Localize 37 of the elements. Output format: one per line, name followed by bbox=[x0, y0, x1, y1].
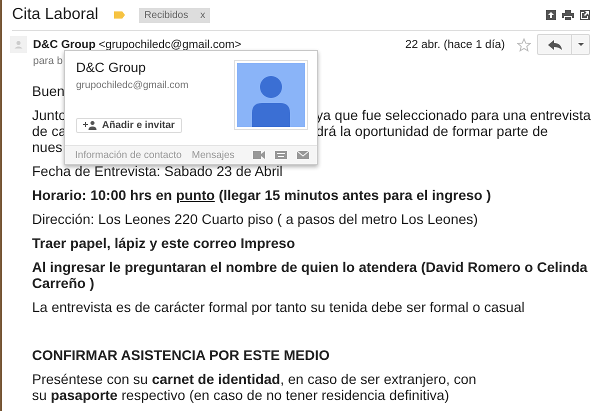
body-paragraph: La entrevista es de carácter formal por tanto su tenida debe ser formal o casual bbox=[32, 299, 526, 315]
caret-icon bbox=[578, 43, 584, 46]
body-paragraph: Horario: 10:00 hrs en punto (llegar 15 minutos antes para el ingreso ) bbox=[32, 187, 492, 203]
label-text[interactable]: Recibidos bbox=[144, 10, 188, 20]
sender-name: D&C Group bbox=[33, 38, 96, 50]
mail-icon[interactable] bbox=[297, 151, 309, 159]
add-person-icon bbox=[83, 121, 97, 130]
chat-icon[interactable] bbox=[275, 151, 287, 159]
body-paragraph: Fecha de Entrevista: Sabado 23 de Abril bbox=[32, 163, 284, 179]
remove-label-button[interactable]: x bbox=[200, 10, 206, 20]
star-icon[interactable] bbox=[517, 38, 531, 52]
thread-title: Cita Laboral bbox=[12, 6, 98, 24]
contact-name: D&C Group bbox=[76, 60, 147, 75]
label-icon[interactable] bbox=[114, 11, 126, 19]
more-options-button[interactable] bbox=[572, 34, 590, 55]
open-in-new-window-icon[interactable] bbox=[580, 10, 590, 20]
card-link[interactable]: Mensajes bbox=[192, 150, 235, 160]
reply-button[interactable] bbox=[537, 34, 572, 55]
sender-email: <grupochiledc@gmail.com> bbox=[98, 38, 242, 50]
card-link[interactable]: Información de contacto bbox=[75, 150, 182, 160]
reply-icon bbox=[548, 40, 562, 50]
print-icon[interactable] bbox=[562, 10, 574, 20]
contact-email: grupochiledc@gmail.com bbox=[76, 80, 190, 91]
recipient-text[interactable]: para b bbox=[33, 55, 63, 67]
body-paragraph: CONFIRMAR ASISTENCIA POR ESTE MEDIO bbox=[32, 347, 331, 363]
video-icon[interactable] bbox=[253, 151, 265, 159]
body-text: nues bbox=[32, 139, 62, 155]
avatar-icon bbox=[10, 36, 27, 53]
body-text: Buen bbox=[32, 83, 65, 99]
archive-icon[interactable] bbox=[546, 10, 556, 20]
avatar-icon bbox=[237, 63, 305, 127]
add-contact-button[interactable]: Añadir e invitar bbox=[76, 118, 182, 133]
body-paragraph: Dirección: Los Leones 220 Cuarto piso ( a pasos del metro Los Leones) bbox=[32, 211, 479, 227]
body-paragraph: Al ingresar le preguntaran el nombre de quien lo atendera (David Romero o Celinda Carreño ) bbox=[32, 259, 588, 291]
message-date: 22 abr. (hace 1 día) bbox=[405, 38, 505, 50]
body-paragraph: Preséntese con su carnet de identidad, en caso de ser extranjero, con su pasaporte respectivo (en caso de no tener residencia definitiva) bbox=[32, 371, 478, 403]
body-paragraph: Traer papel, lápiz y este correo Impreso bbox=[32, 235, 296, 251]
